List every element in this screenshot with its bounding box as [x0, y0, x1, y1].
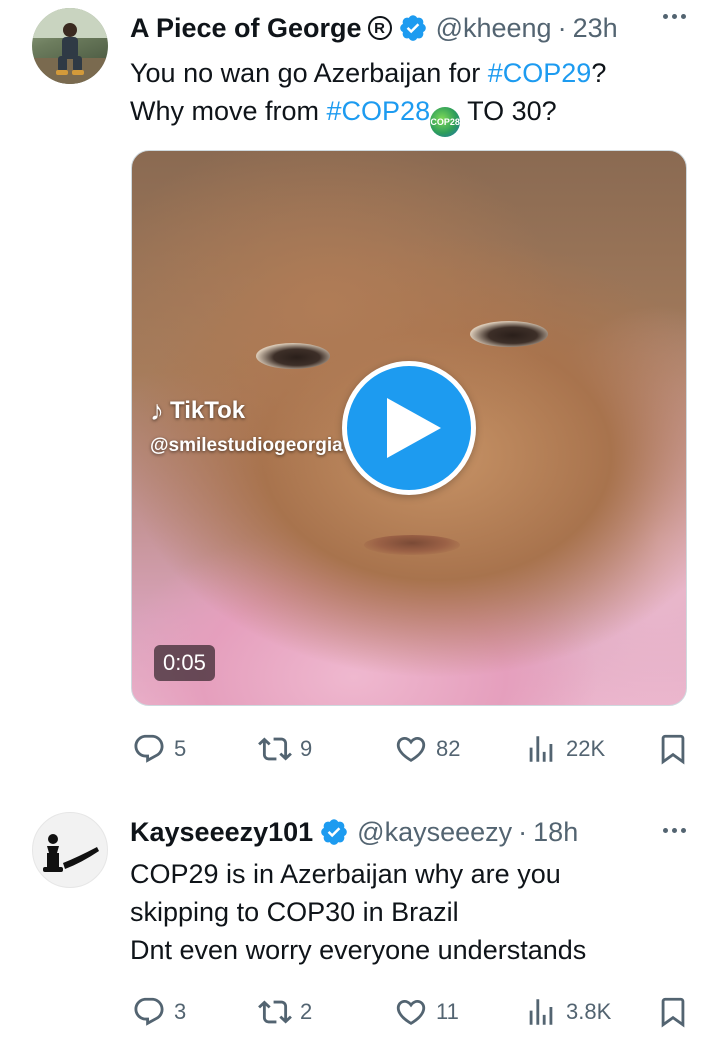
- avatar[interactable]: [32, 8, 108, 84]
- text-segment: Why move from: [130, 96, 327, 126]
- like-icon: [396, 999, 426, 1025]
- more-icon[interactable]: [663, 828, 686, 833]
- bookmark-icon: [661, 997, 685, 1028]
- reply-button[interactable]: 5: [132, 729, 186, 769]
- avatar-image: [43, 834, 99, 872]
- views-count: 22K: [566, 736, 606, 761]
- display-name[interactable]: A Piece of George: [130, 13, 362, 44]
- avatar-image: [32, 8, 108, 84]
- tiktok-username: @smilestudiogeorgia: [150, 435, 343, 456]
- user-handle[interactable]: @kayseeezy: [357, 817, 512, 848]
- tweet[interactable]: A Piece of George R @kheeng · 23h You no…: [0, 0, 720, 790]
- repost-icon: [258, 1000, 292, 1024]
- repost-count: 2: [300, 999, 313, 1024]
- play-button[interactable]: [342, 361, 476, 495]
- separator-dot: ·: [557, 12, 567, 43]
- user-handle[interactable]: @kheeng: [436, 13, 552, 44]
- text-segment: You no wan go Azerbaijan for: [130, 58, 488, 88]
- separator-dot: ·: [518, 816, 528, 847]
- tweet-header: Kayseeezy101 @kayseeezy · 18h: [130, 812, 690, 852]
- like-button[interactable]: 11: [394, 992, 459, 1032]
- tweet-header: A Piece of George R @kheeng · 23h: [130, 8, 690, 48]
- image-detail: [470, 321, 548, 347]
- play-icon: [387, 398, 441, 458]
- views-icon: [529, 736, 553, 762]
- image-detail: [256, 343, 330, 369]
- r-badge-icon: R: [367, 16, 392, 40]
- timestamp[interactable]: 18h: [533, 817, 578, 848]
- reply-icon: [134, 734, 164, 763]
- views-button[interactable]: 22K: [524, 729, 605, 769]
- text-segment: ?: [591, 58, 607, 88]
- video-duration: 0:05: [154, 645, 215, 681]
- reply-button[interactable]: 3: [132, 992, 186, 1032]
- hashtag-link[interactable]: #COP28: [327, 96, 431, 126]
- tweet-text-line: COP29 is in Azerbaijan why are you: [130, 859, 561, 889]
- views-icon: [529, 999, 553, 1025]
- bookmark-button[interactable]: [656, 729, 690, 769]
- repost-button[interactable]: 9: [258, 729, 312, 769]
- tiktok-label: TikTok: [170, 397, 246, 424]
- verified-icon: [321, 819, 347, 845]
- text-segment: TO 30?: [460, 96, 557, 126]
- tweet-text-line: Why move from #COP28COP28 TO 30?: [130, 92, 690, 137]
- tweet-text: COP29 is in Azerbaijan why are you skipp…: [130, 855, 690, 969]
- tweet-text-line: skipping to COP30 in Brazil: [130, 897, 459, 927]
- reply-count: 5: [174, 736, 187, 761]
- cop28-globe-icon: COP28: [430, 107, 461, 137]
- views-count: 3.8K: [566, 999, 612, 1024]
- image-detail: [364, 535, 460, 555]
- repost-count: 9: [300, 736, 313, 761]
- video-player[interactable]: ♪ TikTok @smilestudiogeorgia 0:05: [131, 150, 687, 706]
- tiktok-watermark: ♪ TikTok @smilestudiogeorgia: [150, 395, 343, 457]
- avatar[interactable]: [32, 812, 108, 888]
- like-icon: [396, 736, 426, 762]
- more-icon[interactable]: [663, 14, 686, 19]
- tweet-actions: 3 2 11 3.8K: [132, 992, 692, 1032]
- hashtag-link[interactable]: #COP29: [488, 58, 592, 88]
- like-count: 11: [436, 999, 459, 1024]
- like-button[interactable]: 82: [394, 729, 460, 769]
- views-button[interactable]: 3.8K: [524, 992, 611, 1032]
- tweet-actions: 5 9 82 22K: [132, 729, 692, 769]
- reply-count: 3: [174, 999, 187, 1024]
- bookmark-icon: [661, 734, 685, 765]
- verified-icon: [399, 15, 426, 41]
- tweet-text-line: Dnt even worry everyone understands: [130, 935, 587, 965]
- repost-icon: [258, 737, 292, 761]
- tweet-text-line: You no wan go Azerbaijan for #COP29?: [130, 54, 690, 92]
- tiktok-icon: ♪: [150, 395, 164, 426]
- repost-button[interactable]: 2: [258, 992, 312, 1032]
- tweet-text: You no wan go Azerbaijan for #COP29? Why…: [130, 54, 690, 137]
- like-count: 82: [436, 736, 461, 761]
- timestamp[interactable]: 23h: [573, 13, 618, 44]
- display-name[interactable]: Kayseeezy101: [130, 817, 313, 848]
- bookmark-button[interactable]: [656, 992, 690, 1032]
- reply-icon: [134, 997, 164, 1026]
